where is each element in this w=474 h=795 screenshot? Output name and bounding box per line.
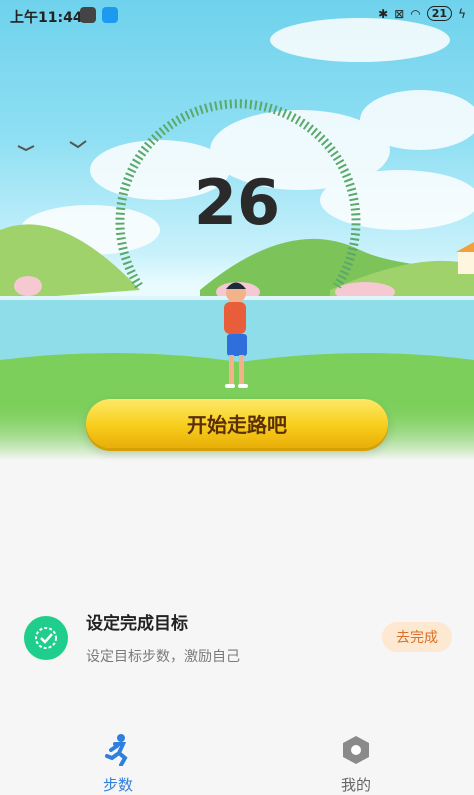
runner-icon <box>105 734 128 767</box>
goal-subtitle: 设定目标步数，激励自己 <box>86 649 240 665</box>
tab-bar: 步数 我的 <box>0 728 474 794</box>
status-bar: 上午11:44 ✱ ⊠ ◠ 21 ϟ <box>0 0 474 30</box>
status-time: 上午11:44 <box>10 10 83 26</box>
tab-mine-label: 我的 <box>340 776 371 794</box>
goal-card: 设定完成目标 设定目标步数，激励自己 去完成 <box>0 595 474 685</box>
wifi-icon: ◠ <box>410 6 421 21</box>
shield-icon <box>80 7 96 23</box>
goal-check-icon <box>24 616 68 660</box>
tab-steps-label: 步数 <box>102 776 133 794</box>
goal-action-button[interactable]: 去完成 <box>382 622 452 652</box>
goal-title: 设定完成目标 <box>86 614 188 634</box>
start-walking-button[interactable]: 开始走路吧 <box>86 399 388 448</box>
hexagon-icon <box>343 736 369 764</box>
tab-steps[interactable]: 步数 <box>58 734 178 795</box>
tab-mine[interactable]: 我的 <box>296 734 416 795</box>
charging-icon: ϟ <box>458 6 466 21</box>
sim-icon: ⊠ <box>394 6 405 21</box>
battery-indicator: 21 <box>426 6 453 21</box>
bluetooth-icon: ✱ <box>378 6 389 21</box>
step-count: 26 <box>193 166 281 239</box>
runner-app-icon <box>102 7 118 23</box>
